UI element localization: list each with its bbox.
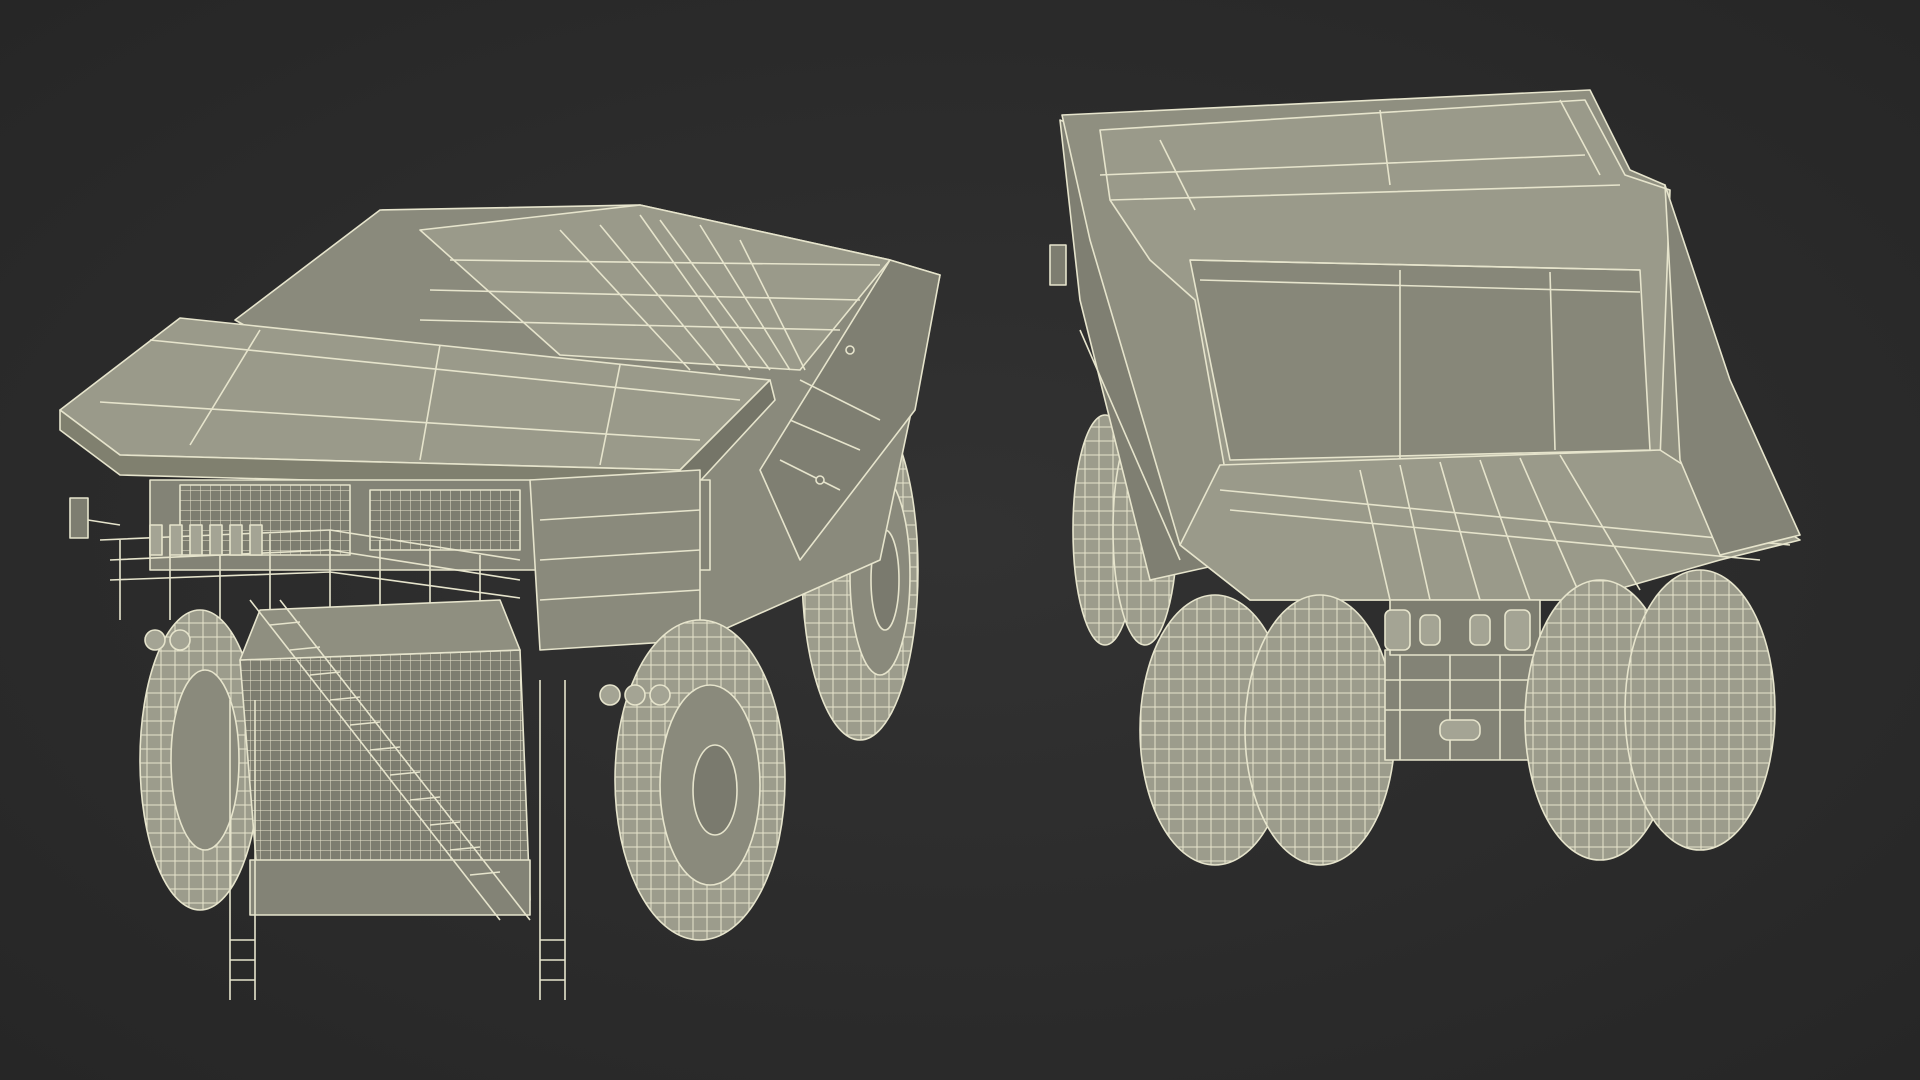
front-tire-right [614, 619, 786, 941]
side-mirror [69, 497, 89, 539]
side-mirror-rear [1049, 244, 1067, 286]
rear-dual-tires-right [1524, 569, 1776, 861]
rear-dual-tires-left [1139, 594, 1396, 866]
haul-truck-front-view [59, 204, 941, 1000]
radiator-grille [239, 599, 531, 916]
wireframe-render [59, 89, 1801, 1000]
rear-axle [1384, 599, 1546, 761]
render-viewport [0, 0, 1920, 1080]
haul-truck-rear-view [1049, 89, 1801, 866]
